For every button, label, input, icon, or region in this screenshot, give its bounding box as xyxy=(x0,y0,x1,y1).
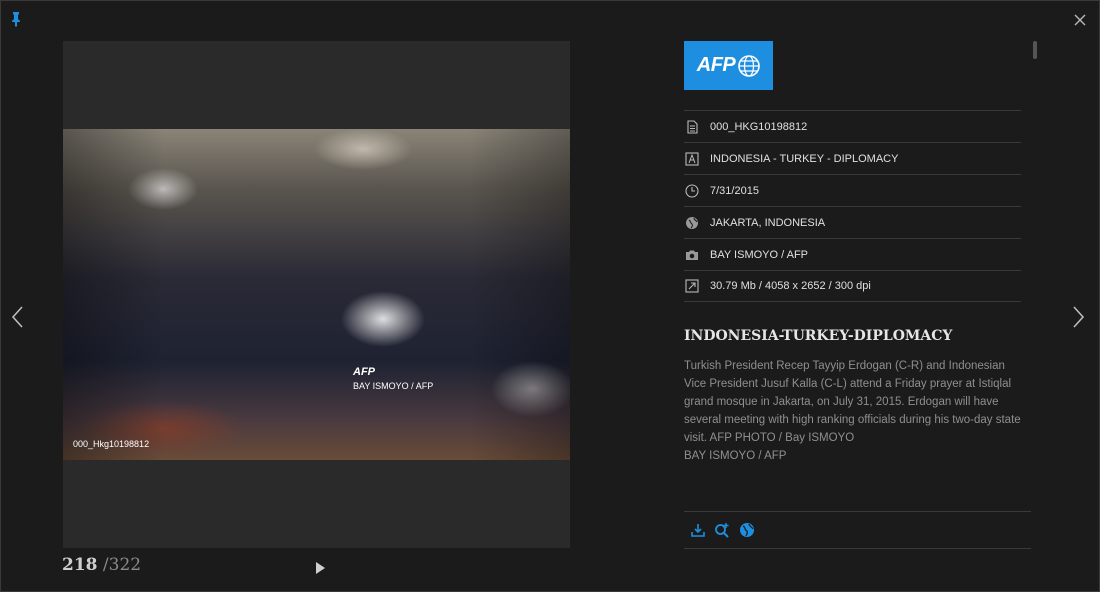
photo-watermark-logo: AFP xyxy=(353,366,375,378)
globe-icon xyxy=(686,216,698,229)
clock-icon xyxy=(685,183,699,198)
story-headline: INDONESIA-TURKEY-DIPLOMACY xyxy=(684,328,953,344)
metadata-value: BAY ISMOYO / AFP xyxy=(710,248,809,261)
metadata-item-date: 7/31/2015 xyxy=(684,174,1021,206)
play-slideshow-icon[interactable] xyxy=(314,561,326,575)
agency-logo-text: AFP xyxy=(696,54,736,76)
scrollbar-thumb[interactable] xyxy=(1033,41,1037,59)
agency-globe-icon xyxy=(738,54,761,77)
metadata-item-id: 000_HKG10198812 xyxy=(684,110,1021,142)
resize-icon xyxy=(685,279,699,293)
zoom-in-icon[interactable] xyxy=(714,522,730,538)
current-index: 218 xyxy=(62,555,98,575)
metadata-value: 30.79 Mb / 4058 x 2652 / 300 dpi xyxy=(710,280,871,292)
action-bar xyxy=(684,511,1031,549)
metadata-value: 000_HKG10198812 xyxy=(710,120,808,133)
story-caption: Turkish President Recep Tayyip Erdogan (… xyxy=(684,357,1029,465)
image-viewer: AFP BAY ISMOYO / AFP 000_Hkg10198812 xyxy=(63,41,570,548)
metadata-value: JAKARTA, INDONESIA xyxy=(710,216,826,229)
photo-counter: 218 /322 xyxy=(62,555,141,575)
caption-text: Turkish President Recep Tayyip Erdogan (… xyxy=(684,360,1021,444)
document-icon xyxy=(687,119,698,134)
headline-icon xyxy=(685,151,699,166)
photo-shading xyxy=(63,129,570,460)
photo-watermark-id: 000_Hkg10198812 xyxy=(73,439,150,449)
news-photo[interactable]: AFP BAY ISMOYO / AFP 000_Hkg10198812 xyxy=(63,129,570,460)
photo-watermark-credit: BAY ISMOYO / AFP xyxy=(353,381,434,391)
caption-credit: BAY ISMOYO / AFP xyxy=(684,450,787,462)
download-icon[interactable] xyxy=(690,522,706,538)
metadata-item-file-info: 30.79 Mb / 4058 x 2652 / 300 dpi xyxy=(684,270,1021,302)
metadata-item-location: JAKARTA, INDONESIA xyxy=(684,206,1021,238)
metadata-value: 7/31/2015 xyxy=(710,184,759,197)
agency-logo[interactable]: AFP xyxy=(684,41,773,90)
camera-icon xyxy=(686,250,698,260)
globe-icon[interactable] xyxy=(739,522,755,538)
pin-icon[interactable] xyxy=(9,11,23,27)
metadata-value: INDONESIA - TURKEY - DIPLOMACY xyxy=(710,152,899,165)
close-icon[interactable] xyxy=(1072,12,1088,28)
metadata-item-photographer: BAY ISMOYO / AFP xyxy=(684,238,1021,270)
metadata-item-title: INDONESIA - TURKEY - DIPLOMACY xyxy=(684,142,1021,174)
next-arrow-icon[interactable] xyxy=(1068,304,1088,330)
previous-arrow-icon[interactable] xyxy=(8,304,28,330)
total-count: /322 xyxy=(102,555,142,575)
metadata-list: 000_HKG10198812 INDONESIA - TURKEY - DIP… xyxy=(684,110,1021,302)
